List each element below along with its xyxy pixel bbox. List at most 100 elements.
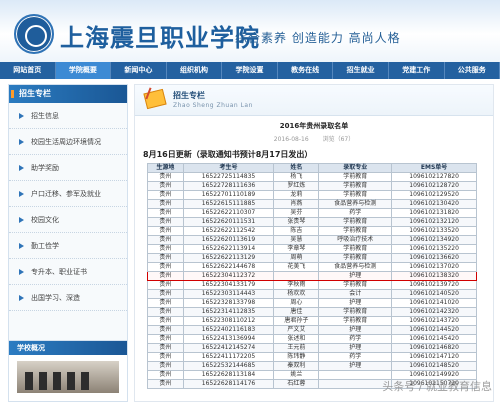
sidebar-item-campus-culture[interactable]: 校园文化 [9,207,127,233]
table-cell: 陈玮静 [274,353,319,362]
sidebar-item-label: 户口迁移、参军及就业 [31,189,101,199]
table-cell: 贵州 [148,254,184,263]
table-cell: 周萌 [274,254,319,263]
table-cell: 1096102134920 [392,236,477,245]
table-cell: 16522411172205 [183,353,274,362]
sidebar-item-study-abroad[interactable]: 出国学习、深造 [9,285,127,311]
table-cell: 贵州 [148,362,184,371]
table-row: 贵州16522615111885肖燕食品营养与检测1096102130420 [148,200,477,209]
table-cell [274,272,319,281]
table-cell: 16522622144678 [183,263,274,272]
table-cell: 学前教育 [319,227,392,236]
table-row: 贵州16522532144685秦双利护理1096102148520 [148,362,477,371]
table-cell: 王元前 [274,344,319,353]
site-title[interactable]: 上海震旦职业学院 [60,18,260,53]
table-cell: 杨欢欢 [274,290,319,299]
column-header: 录取专业 [319,164,392,173]
table-cell: 1096102138320 [392,272,477,281]
sidebar-item-work-study[interactable]: 勤工俭学 [9,233,127,259]
nav-academic-online[interactable]: 教务在线 [278,62,334,79]
table-cell: 16522728111636 [183,182,274,191]
table-cell: 学前教育 [319,245,392,254]
main-navigation: 网站首页 学院概要 新闻中心 组织机构 学院设置 教务在线 招生就业 党建工作 … [0,62,500,79]
sidebar-item-household-transfer[interactable]: 户口迁移、参军及就业 [9,181,127,207]
table-cell: 16522532144685 [183,362,274,371]
sidebar-item-upgrade-certificate[interactable]: 专升本、职业证书 [9,259,127,285]
nav-admissions-employment[interactable]: 招生就业 [333,62,389,79]
arrow-right-icon [19,295,24,301]
table-cell: 秦双利 [274,362,319,371]
table-cell: 花美飞 [274,263,319,272]
sidebar-item-label: 专升本、职业证书 [31,267,87,277]
table-cell: 食品营养与检测 [319,200,392,209]
nav-college-overview[interactable]: 学院概要 [56,62,112,79]
table-cell: 学前教育 [319,218,392,227]
table-cell: 16522725114835 [183,173,274,182]
table-cell: 罗红炼 [274,182,319,191]
nav-home[interactable]: 网站首页 [0,62,56,79]
column-header: 考生号 [183,164,274,173]
table-row: 贵州16522725114835杨飞学前教育1096102127820 [148,173,477,182]
table-cell: 学前教育 [319,173,392,182]
table-row: 贵州16522728111636罗红炼学前教育1096102128720 [148,182,477,191]
table-cell: 严文艾 [274,326,319,335]
table-cell: 护理 [319,272,392,281]
table-cell: 1096102143720 [392,317,477,326]
table-cell: 1096102144520 [392,326,477,335]
table-cell: 1096102130420 [392,200,477,209]
column-header: EMS单号 [392,164,477,173]
table-cell: 16522304112372 [183,272,274,281]
table-row: 贵州16522622112542陈吉学前教育1096102133520 [148,227,477,236]
table-row: 贵州16522328133798周心护理1096102141020 [148,299,477,308]
section-pinyin: Zhao Sheng Zhuan Lan [173,102,253,109]
main-content: 招生专栏 Zhao Sheng Zhuan Lan 2016年贵州录取名单 20… [134,84,494,402]
table-cell: 16522413136994 [183,335,274,344]
nav-organization[interactable]: 组织机构 [167,62,223,79]
table-cell: 呼吸治疗技术 [319,236,392,245]
table-cell: 贵州 [148,335,184,344]
table-cell: 贵州 [148,182,184,191]
table-row: 贵州16522622113129周萌学前教育1096102136620 [148,254,477,263]
table-cell: 16522303114443 [183,290,274,299]
table-row: 贵州16522308110212唐君孙子学前教育1096102143720 [148,317,477,326]
table-cell: 1096102135220 [392,245,477,254]
table-cell: 食品营养与检测 [319,263,392,272]
sidebar-item-label: 招生信息 [31,111,59,121]
college-logo[interactable] [14,14,54,54]
table-cell: 杨飞 [274,173,319,182]
nav-party-work[interactable]: 党建工作 [389,62,445,79]
table-cell: 1096102133520 [392,227,477,236]
sidebar-item-label: 勤工俭学 [31,241,59,251]
nav-public-service[interactable]: 公共服务 [445,62,500,79]
campus-photo[interactable] [17,361,119,393]
table-cell: 学前教育 [319,254,392,263]
sidebar-item-campus-life[interactable]: 校园生活周边环境情况 [9,129,127,155]
table-cell: 吴慧 [274,236,319,245]
table-cell: 学前教育 [319,308,392,317]
table-cell: 1096102146820 [392,344,477,353]
table-cell: 贵州 [148,317,184,326]
table-cell: 陈吉 [274,227,319,236]
table-cell: 学前教育 [319,281,392,290]
table-cell: 1096102148520 [392,362,477,371]
sidebar-item-label: 出国学习、深造 [31,293,80,303]
sidebar-item-admission-info[interactable]: 招生信息 [9,103,127,129]
table-cell: 周心 [274,299,319,308]
nav-news-center[interactable]: 新闻中心 [111,62,167,79]
table-cell: 16522402116183 [183,326,274,335]
table-cell: 16522628113184 [183,371,274,380]
nav-college-setup[interactable]: 学院设置 [222,62,278,79]
table-cell: 1096102127820 [392,173,477,182]
table-cell: 唐君孙子 [274,317,319,326]
table-cell: 贵州 [148,371,184,380]
table-row: 贵州16522314112835唐佳学前教育1096102142320 [148,308,477,317]
table-cell: 贵州 [148,308,184,317]
sidebar-item-label: 校园生活周边环境情况 [31,137,101,147]
view-count: 浏览（67） [323,136,355,143]
admission-table: 生源地 考生号 姓名 录取专业 EMS单号 贵州16522725114835杨飞… [147,163,477,389]
table-cell: 1096102132120 [392,218,477,227]
table-cell: 护理 [319,362,392,371]
table-row: 贵州16522622144678花美飞食品营养与检测1096102137020 [148,263,477,272]
table-cell: 贵州 [148,344,184,353]
sidebar-item-financial-aid[interactable]: 助学奖励 [9,155,127,181]
